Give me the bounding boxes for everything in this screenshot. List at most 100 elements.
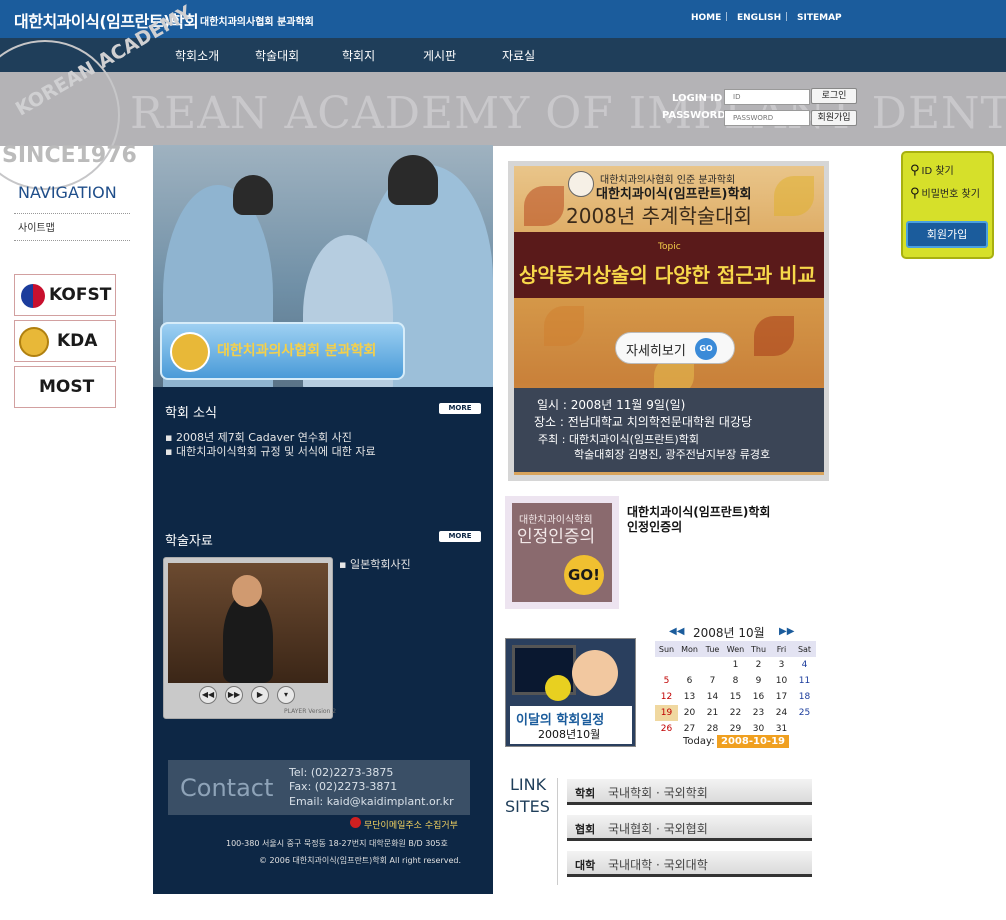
cert-go-button[interactable]: GO! [564, 555, 604, 595]
spam-notice[interactable]: 무단이메일주소 수집거부 [364, 818, 458, 831]
most-logo-text: MOST [39, 377, 95, 397]
kofst-logo-link[interactable]: KOFST [14, 274, 116, 316]
calendar-day[interactable]: 26 [655, 721, 678, 737]
person-icon [572, 650, 618, 696]
link-text[interactable]: 국내대학 · 국외대학 [608, 856, 708, 873]
contact-fax: Fax: (02)2273-3871 [289, 780, 398, 793]
most-logo-link[interactable]: MOST [14, 366, 116, 408]
play-icon[interactable]: ▶ [251, 686, 269, 704]
calendar-day[interactable]: 14 [701, 689, 724, 705]
calendar-day[interactable]: 7 [701, 673, 724, 689]
calendar-day[interactable]: 4 [793, 657, 816, 673]
calendar-week-row: 19 20 21 22 23 24 25 [655, 705, 816, 721]
schedule-month: 2008년10월 [538, 728, 601, 741]
calendar-day[interactable]: 24 [770, 705, 793, 721]
calendar-day[interactable]: 2 [747, 657, 770, 673]
calendar-day[interactable]: 20 [678, 705, 701, 721]
video-screen[interactable] [168, 563, 328, 683]
calendar-day[interactable]: 13 [678, 689, 701, 705]
menu-item-journal[interactable]: 학회지 [342, 47, 375, 64]
link-sites-title: SITES [505, 797, 550, 816]
calendar-day[interactable]: 15 [724, 689, 747, 705]
calendar-day[interactable]: 19 [655, 705, 678, 721]
link-text[interactable]: 국내협회 · 국외협회 [608, 820, 708, 837]
home-link[interactable]: HOME [691, 13, 721, 23]
kofst-emblem-icon [21, 284, 45, 308]
kda-emblem-icon [170, 332, 210, 372]
join-button[interactable]: 회원가입 [811, 110, 857, 126]
magnifier-icon: ⚲ [910, 163, 920, 178]
navigation-title: NAVIGATION [18, 183, 117, 202]
kda-logo-text: KDA [57, 331, 98, 351]
calendar-day[interactable]: 17 [770, 689, 793, 705]
calendar-day[interactable]: 1 [724, 657, 747, 673]
calendar-day[interactable]: 21 [701, 705, 724, 721]
kda-emblem-icon [19, 327, 49, 357]
kofst-logo-text: KOFST [49, 285, 112, 305]
calendar-day[interactable]: 10 [770, 673, 793, 689]
go-icon[interactable]: GO [695, 338, 717, 360]
login-button[interactable]: 로그인 [811, 88, 857, 104]
password-label: PASSWORD [662, 110, 726, 121]
calendar-day[interactable]: 25 [793, 705, 816, 721]
calendar-day[interactable]: 11 [793, 673, 816, 689]
calendar-day[interactable]: 22 [724, 705, 747, 721]
calendar-day[interactable]: 5 [655, 673, 678, 689]
detail-button-label[interactable]: 자세히보기 [626, 340, 686, 359]
menu-item-conference[interactable]: 학술대회 [255, 47, 299, 64]
calendar-day[interactable]: 8 [724, 673, 747, 689]
login-id-input[interactable] [724, 89, 810, 105]
academic-item-text[interactable]: 일본학회사진 [350, 558, 411, 571]
calendar-week-row: 12 13 14 15 16 17 18 [655, 689, 816, 705]
news-item-text[interactable]: 대한치과이식학회 규정 및 서식에 대한 자료 [176, 445, 376, 458]
calendar-weekday: Mon [678, 641, 701, 657]
academic-section-title: 학술자료 [165, 534, 213, 549]
sitemap-link[interactable]: 사이트맵 [18, 219, 55, 234]
contact-tel: Tel: (02)2273-3875 [289, 766, 394, 779]
player-version-label: PLAYER Version 2 [284, 708, 337, 715]
menu-item-board[interactable]: 게시판 [423, 47, 456, 64]
forward-icon[interactable]: ▶▶ [225, 686, 243, 704]
calendar-day[interactable]: 23 [747, 705, 770, 721]
rewind-icon[interactable]: ◀◀ [199, 686, 217, 704]
link-bar-universities[interactable]: 대학 국내대학 · 국외대학 [567, 851, 812, 877]
menu-item-about[interactable]: 학회소개 [175, 47, 219, 64]
english-link[interactable]: ENGLISH [737, 13, 781, 23]
prev-year-icon[interactable]: ◀◀ [669, 626, 684, 637]
cert-description-line2: 인정인증의 [627, 520, 683, 534]
calendar-day[interactable]: 27 [678, 721, 701, 737]
link-bar-societies[interactable]: 학회 국내학회 · 국외학회 [567, 779, 812, 805]
calendar-day[interactable]: 12 [655, 689, 678, 705]
link-text[interactable]: 국내학회 · 국외학회 [608, 784, 708, 801]
calendar-day[interactable]: 3 [770, 657, 793, 673]
calendar-day[interactable]: 9 [747, 673, 770, 689]
side-join-button[interactable]: 회원가입 [906, 221, 988, 248]
login-password-input[interactable] [724, 110, 810, 126]
kda-logo-link[interactable]: KDA [14, 320, 116, 362]
find-password-link[interactable]: ⚲ 비밀번호 찾기 [910, 185, 980, 201]
academy-emblem-icon [568, 171, 594, 197]
news-more-button[interactable]: MORE [439, 403, 481, 414]
sitemap-top-link[interactable]: SITEMAP [797, 13, 842, 23]
academic-more-button[interactable]: MORE [439, 531, 481, 542]
link-bar-associations[interactable]: 협회 국내협회 · 국외협회 [567, 815, 812, 841]
calendar-day[interactable]: 16 [747, 689, 770, 705]
divider [557, 778, 558, 885]
link-separator: | [785, 12, 789, 22]
calendar-day[interactable]: 18 [793, 689, 816, 705]
contact-email[interactable]: Email: kaid@kaidimplant.or.kr [289, 795, 454, 808]
news-item[interactable]: ▪ 대한치과이식학회 규정 및 서식에 대한 자료 [165, 443, 376, 459]
next-month-icon[interactable]: ▶▶ [779, 626, 794, 637]
academic-item[interactable]: ▪ 일본학회사진 [339, 556, 411, 572]
find-password-label[interactable]: 비밀번호 찾기 [922, 189, 980, 200]
calendar-week-row: 5 6 7 8 9 10 11 [655, 673, 816, 689]
find-id-label[interactable]: ID 찾기 [922, 166, 954, 177]
link-category: 학회 [575, 787, 596, 800]
calendar-day[interactable]: 6 [678, 673, 701, 689]
banner-watermark: REAN ACADEMY OF IMPLANT DENTISTRY [130, 88, 1006, 139]
calendar-weekday: Thu [747, 641, 770, 657]
find-id-link[interactable]: ⚲ ID 찾기 [910, 162, 954, 178]
menu-item-archive[interactable]: 자료실 [502, 47, 535, 64]
menu-down-icon[interactable]: ▾ [277, 686, 295, 704]
poster-host: 주최 : 대한치과이식(임프란트)학회 [538, 433, 699, 446]
